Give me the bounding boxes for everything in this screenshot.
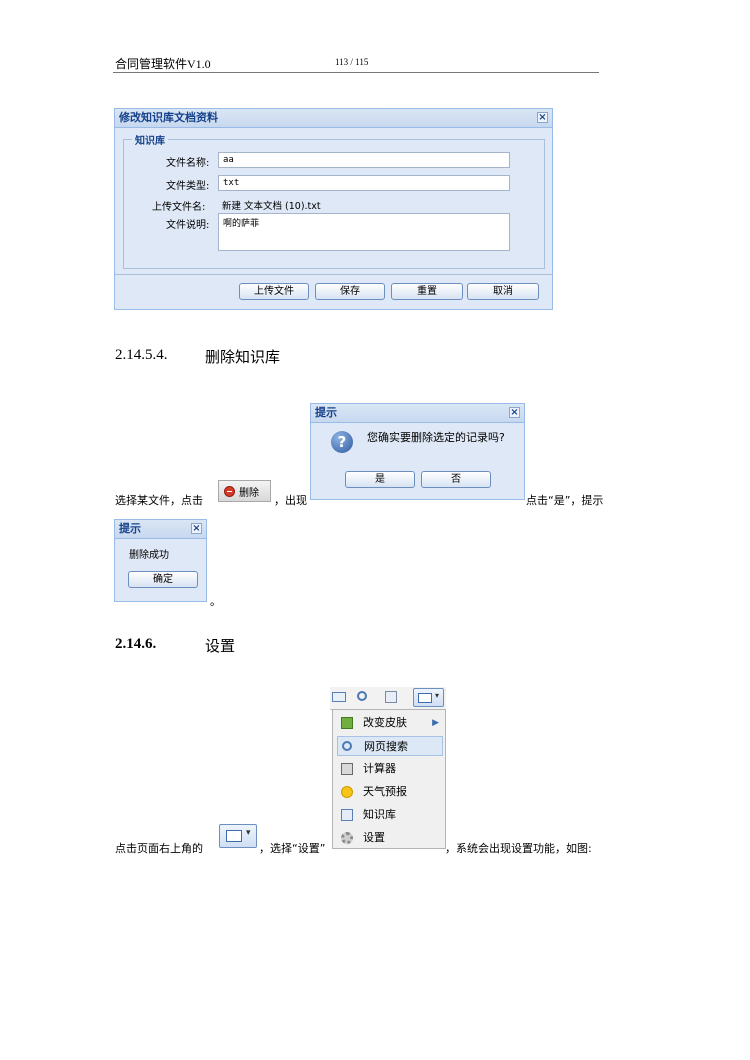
sun-icon — [341, 786, 353, 798]
skin-icon — [341, 717, 353, 729]
file-name-label: 文件名称: — [166, 158, 210, 169]
edit-knowledge-dialog: 修改知识库文档资料 × 知识库 文件名称: aa 文件类型: txt 上传文件名… — [114, 108, 553, 310]
sentence-end-mark: 。 — [210, 595, 221, 608]
upload-filename-label: 上传文件名: — [152, 202, 206, 213]
menu-item-knowledge-base[interactable]: 知识库 — [337, 805, 443, 825]
delete-instruction-start: 选择某文件，点击 — [115, 494, 203, 507]
menu-item-label: 改变皮肤 — [363, 716, 407, 729]
upload-filename-value: 新建 文本文档 (10).txt — [222, 201, 321, 212]
close-icon[interactable]: × — [537, 112, 548, 123]
confirm-dialog-title: 提示 — [315, 406, 337, 419]
page-number: 113 / 115 — [335, 57, 369, 67]
file-description-textarea[interactable]: 啊的萨菲 — [218, 213, 510, 251]
close-icon[interactable]: × — [191, 523, 202, 534]
confirm-dialog-titlebar: 提示 × — [311, 404, 524, 423]
success-dialog-titlebar: 提示 × — [115, 520, 206, 539]
edit-icon[interactable] — [385, 691, 397, 703]
reset-button[interactable]: 重置 — [391, 283, 463, 300]
ok-button[interactable]: 确定 — [128, 571, 198, 588]
edit-dialog-titlebar: 修改知识库文档资料 × — [115, 109, 552, 128]
success-message: 删除成功 — [129, 550, 169, 561]
confirm-message: 您确实要删除选定的记录吗? — [367, 431, 505, 444]
menu-item-label: 设置 — [363, 831, 385, 844]
question-icon: ? — [331, 431, 353, 453]
file-description-label: 文件说明: — [166, 220, 210, 231]
minus-circle-icon — [224, 486, 235, 497]
file-type-label: 文件类型: — [166, 181, 210, 192]
save-button[interactable]: 保存 — [315, 283, 385, 300]
menu-item-change-skin[interactable]: 改变皮肤 ▶ — [337, 713, 443, 733]
fieldset-legend: 知识库 — [132, 132, 168, 147]
settings-instruction-start: 点击页面右上角的 — [115, 842, 203, 855]
search-icon[interactable] — [357, 691, 367, 701]
knowledge-fieldset: 知识库 文件名称: aa 文件类型: txt 上传文件名: 新建 文本文档 (1… — [123, 132, 545, 269]
menu-item-settings[interactable]: 设置 — [337, 828, 443, 848]
window-menu-button[interactable]: ▾ — [219, 824, 257, 848]
window-icon — [226, 830, 242, 842]
header-divider — [113, 72, 599, 73]
menu-item-label: 知识库 — [363, 808, 396, 821]
menu-item-label: 计算器 — [363, 762, 396, 775]
section-number: 2.14.5.4. — [115, 347, 168, 363]
chevron-down-icon: ▾ — [435, 691, 440, 700]
menu-item-weather[interactable]: 天气预报 — [337, 782, 443, 802]
window-menu-button[interactable]: ▾ — [413, 688, 444, 707]
upload-file-button[interactable]: 上传文件 — [239, 283, 309, 300]
delete-instruction-confirm: 点击“是”，提示 — [526, 494, 604, 507]
document-title: 合同管理软件V1.0 — [115, 57, 211, 71]
document-icon — [341, 809, 353, 821]
calculator-icon — [341, 763, 353, 775]
delete-success-dialog: 提示 × 删除成功 确定 — [114, 519, 207, 602]
chevron-down-icon: ▾ — [246, 828, 251, 838]
settings-toolbar: ▾ — [330, 687, 446, 710]
section-title: 设置 — [205, 637, 236, 655]
search-icon — [342, 741, 352, 751]
confirm-delete-dialog: 提示 × ? 您确实要删除选定的记录吗? 是 否 — [310, 403, 525, 500]
window-icon — [418, 693, 432, 703]
settings-instruction-choose: ，选择“设置” — [259, 842, 326, 855]
file-name-input[interactable]: aa — [218, 152, 510, 168]
delete-instruction-appears: ，出现 — [274, 494, 307, 507]
section-title: 删除知识库 — [205, 348, 281, 366]
menu-item-web-search[interactable]: 网页搜索 — [337, 736, 443, 756]
cancel-button[interactable]: 取消 — [467, 283, 539, 300]
delete-toolbar-button[interactable]: 删除 — [218, 480, 271, 502]
gear-icon — [341, 832, 353, 844]
yes-button[interactable]: 是 — [345, 471, 415, 488]
submenu-arrow-icon: ▶ — [432, 718, 439, 728]
menu-item-calculator[interactable]: 计算器 — [337, 759, 443, 779]
section-number: 2.14.6. — [115, 636, 157, 652]
close-icon[interactable]: × — [509, 407, 520, 418]
edit-dialog-title: 修改知识库文档资料 — [119, 111, 218, 124]
success-dialog-title: 提示 — [119, 522, 141, 535]
settings-dropdown-menu: 改变皮肤 ▶ 网页搜索 计算器 天气预报 知识库 设置 — [332, 709, 446, 849]
mail-icon[interactable] — [332, 692, 346, 702]
file-type-input[interactable]: txt — [218, 175, 510, 191]
settings-instruction-result: ，系统会出现设置功能，如图: — [445, 842, 592, 855]
menu-item-label: 天气预报 — [363, 785, 407, 798]
delete-button-label: 删除 — [239, 488, 259, 499]
no-button[interactable]: 否 — [421, 471, 491, 488]
menu-item-label: 网页搜索 — [364, 740, 408, 753]
dialog-footer-divider — [115, 274, 552, 275]
